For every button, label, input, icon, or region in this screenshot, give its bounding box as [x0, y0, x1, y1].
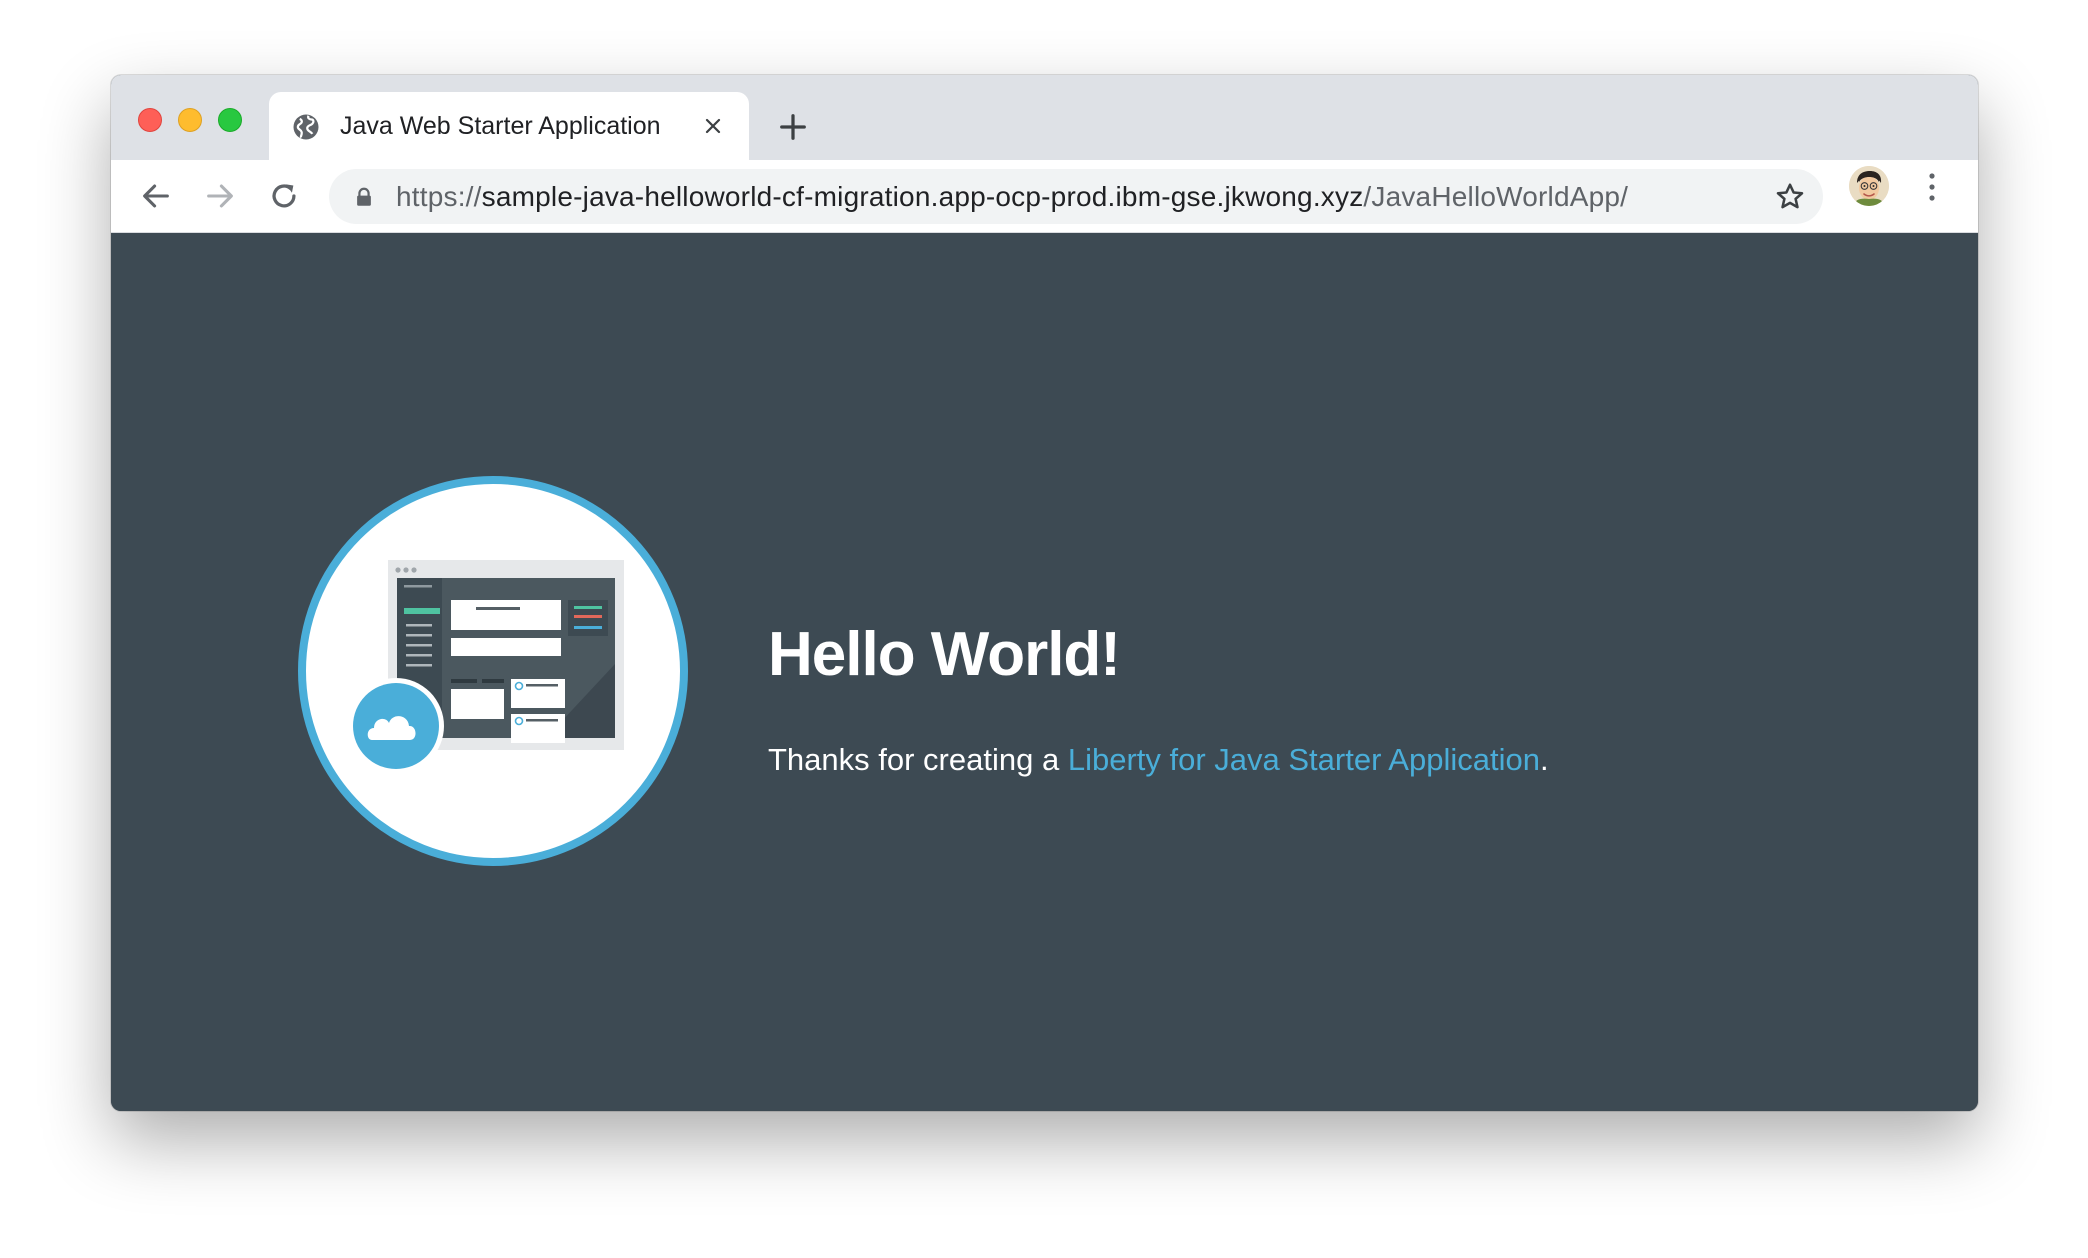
page-message: Thanks for creating a Liberty for Java S… — [768, 741, 1549, 779]
profile-avatar[interactable] — [1849, 166, 1889, 206]
page-heading: Hello World! — [768, 620, 1121, 689]
url-scheme: https:// — [396, 181, 482, 212]
url-host: sample-java-helloworld-cf-migration.app-… — [481, 181, 1364, 212]
url-text[interactable]: https://sample-java-helloworld-cf-migrat… — [396, 180, 1628, 214]
close-icon[interactable] — [701, 114, 725, 138]
forward-arrow-icon[interactable] — [203, 179, 237, 213]
url-path: /JavaHelloWorldApp/ — [1363, 181, 1629, 212]
lock-icon[interactable] — [353, 186, 375, 208]
new-tab-plus-icon[interactable] — [778, 112, 808, 142]
menu-dots-icon[interactable] — [1925, 171, 1939, 203]
message-suffix: . — [1539, 742, 1549, 777]
tab-title: Java Web Starter Application — [340, 112, 661, 140]
page-content: Hello World! Thanks for creating a Liber… — [111, 233, 1978, 1111]
starter-application-link[interactable]: Liberty for Java Starter Application — [1068, 742, 1540, 777]
reload-icon[interactable] — [267, 179, 301, 213]
browser-window: Java Web Starter Application https://sam… — [111, 75, 1978, 1111]
message-prefix: Thanks for creating a — [768, 742, 1068, 777]
address-bar[interactable]: https://sample-java-helloworld-cf-migrat… — [329, 169, 1823, 224]
globe-icon — [293, 114, 319, 140]
tab-strip: Java Web Starter Application — [111, 75, 1978, 160]
browser-toolbar: https://sample-java-helloworld-cf-migrat… — [111, 160, 1978, 233]
close-window-button[interactable] — [138, 108, 162, 132]
bookmark-star-icon[interactable] — [1774, 181, 1806, 213]
minimize-window-button[interactable] — [178, 108, 202, 132]
cloud-app-illustration — [298, 476, 688, 866]
zoom-window-button[interactable] — [218, 108, 242, 132]
browser-tab[interactable]: Java Web Starter Application — [269, 92, 749, 160]
back-arrow-icon[interactable] — [139, 179, 173, 213]
